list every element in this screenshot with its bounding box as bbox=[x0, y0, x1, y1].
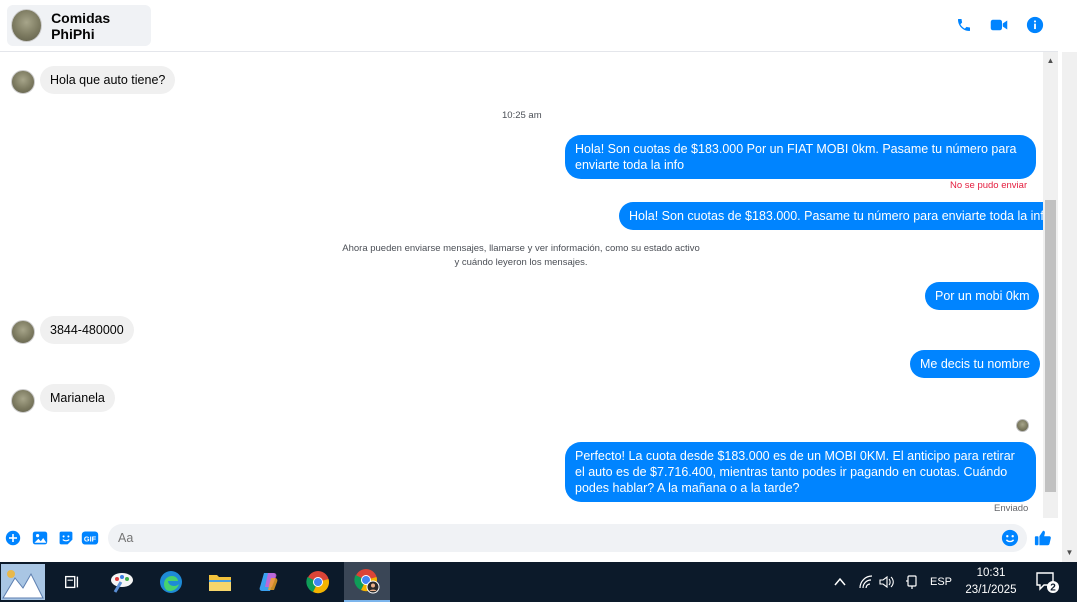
contact-avatar[interactable] bbox=[11, 9, 43, 42]
contact-avatar-small[interactable] bbox=[11, 70, 35, 94]
taskbar-clock[interactable]: 10:31 23/1/2025 bbox=[958, 565, 1024, 599]
contact-name[interactable]: Comidas PhiPhi bbox=[51, 10, 151, 42]
gif-icon-label: GIF bbox=[84, 534, 97, 543]
outgoing-message[interactable]: Por un mobi 0km bbox=[925, 282, 1040, 310]
message-status-sent: Enviado bbox=[994, 503, 1029, 514]
contact-avatar-small[interactable] bbox=[11, 320, 35, 344]
language-indicator[interactable]: ESP bbox=[927, 562, 955, 602]
messenger-window: Comidas PhiPhi Hola que auto tiene? 10:2… bbox=[0, 0, 1077, 602]
phone-icon[interactable] bbox=[954, 15, 974, 35]
message-timestamp: 10:25 am bbox=[502, 110, 542, 121]
show-hidden-icons-chevron-icon[interactable] bbox=[830, 562, 850, 602]
copilot-icon[interactable] bbox=[246, 562, 292, 602]
image-icon[interactable] bbox=[31, 529, 49, 547]
outgoing-message[interactable]: Me decis tu nombre bbox=[910, 350, 1040, 378]
page-scroll-down-arrow-icon[interactable]: ▼ bbox=[1062, 546, 1077, 560]
start-icon[interactable] bbox=[0, 562, 46, 602]
chrome-profile-icon[interactable] bbox=[344, 562, 390, 602]
outgoing-message[interactable]: Perfecto! La cuota desde $183.000 es de … bbox=[565, 442, 1036, 502]
contact-avatar-small[interactable] bbox=[11, 389, 35, 413]
scroll-thumb[interactable] bbox=[1045, 200, 1056, 492]
clock-date: 23/1/2025 bbox=[965, 584, 1017, 596]
wifi-icon[interactable] bbox=[856, 562, 876, 602]
like-icon[interactable] bbox=[1033, 528, 1053, 548]
add-icon[interactable] bbox=[4, 529, 22, 547]
video-icon[interactable] bbox=[989, 15, 1009, 35]
edge-icon[interactable] bbox=[148, 562, 194, 602]
chat-header: Comidas PhiPhi bbox=[0, 0, 1077, 52]
contact-info[interactable]: Comidas PhiPhi bbox=[7, 5, 151, 46]
composer-bar: GIF bbox=[0, 518, 1058, 562]
windows-taskbar: ESP 10:31 23/1/2025 2 bbox=[0, 562, 1077, 602]
sticker-icon[interactable] bbox=[57, 529, 75, 547]
gif-icon[interactable]: GIF bbox=[81, 529, 99, 547]
device-icon[interactable] bbox=[902, 562, 922, 602]
seen-indicator-avatar bbox=[1016, 419, 1029, 432]
emoji-icon[interactable] bbox=[1001, 529, 1019, 547]
notification-center-icon[interactable]: 2 bbox=[1030, 562, 1064, 602]
page-scrollbar[interactable]: ▼ bbox=[1062, 52, 1077, 562]
incoming-message[interactable]: Marianela bbox=[40, 384, 115, 412]
notification-count: 2 bbox=[1050, 583, 1056, 594]
paint-icon[interactable] bbox=[99, 562, 145, 602]
message-input[interactable] bbox=[108, 524, 1027, 552]
volume-icon[interactable] bbox=[877, 562, 897, 602]
chrome-icon[interactable] bbox=[295, 562, 341, 602]
info-icon[interactable] bbox=[1025, 15, 1045, 35]
file-explorer-icon[interactable] bbox=[197, 562, 243, 602]
incoming-message[interactable]: Hola que auto tiene? bbox=[40, 66, 176, 94]
message-list[interactable]: Hola que auto tiene? 10:25 am Hola! Son … bbox=[0, 52, 1061, 518]
incoming-message[interactable]: 3844-480000 bbox=[40, 316, 134, 344]
scroll-up-arrow-icon[interactable]: ▲ bbox=[1043, 54, 1058, 68]
system-notice: Ahora pueden enviarse mensajes, llamarse… bbox=[342, 243, 700, 268]
message-status-failed[interactable]: No se pudo enviar bbox=[950, 180, 1027, 191]
clock-time: 10:31 bbox=[976, 567, 1006, 579]
outgoing-message[interactable]: Hola! Son cuotas de $183.000. Pasame tu … bbox=[619, 202, 1061, 230]
task-view-icon[interactable] bbox=[49, 562, 95, 602]
chat-scrollbar[interactable]: ▲ ▼ bbox=[1043, 52, 1058, 562]
outgoing-message[interactable]: Hola! Son cuotas de $183.000 Por un FIAT… bbox=[565, 135, 1036, 179]
